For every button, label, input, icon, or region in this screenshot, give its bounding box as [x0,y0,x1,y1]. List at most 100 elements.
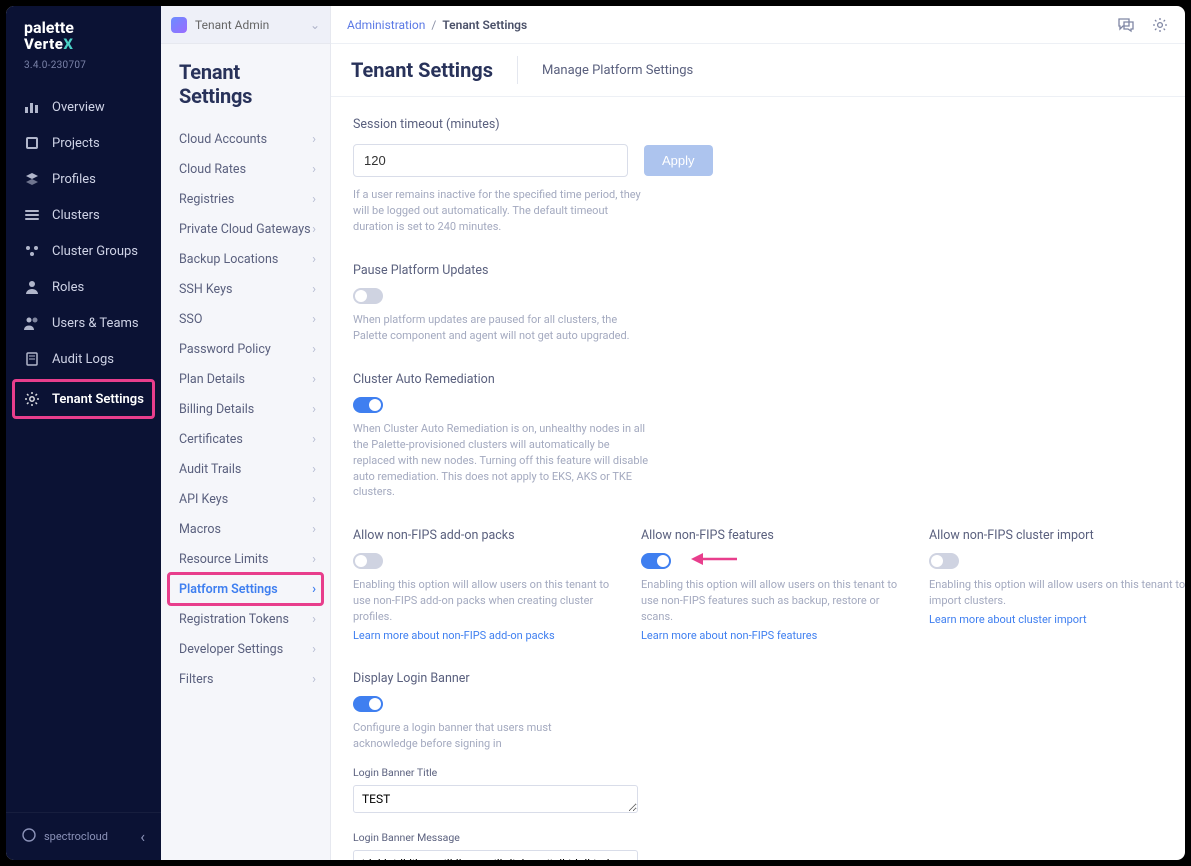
breadcrumb-root[interactable]: Administration [347,18,425,32]
chevron-right-icon: › [312,552,316,567]
brand-logo: palette VerteX [6,6,161,56]
chevron-right-icon: › [312,312,316,327]
subnav-developer-settings[interactable]: Developer Settings› [161,634,330,664]
auto-help: When Cluster Auto Remediation is on, unh… [353,421,653,501]
nav-overview[interactable]: Overview [6,89,161,125]
subnav-label: Plan Details [179,372,245,387]
chat-icon[interactable] [1117,16,1135,34]
apply-button[interactable]: Apply [644,145,713,176]
nav-label: Clusters [52,208,100,223]
subnav-label: Macros [179,522,221,537]
nav-projects[interactable]: Projects [6,125,161,161]
chevron-right-icon: › [312,192,316,207]
breadcrumb-current: Tenant Settings [442,18,527,32]
brand-line2a: Verte [24,35,63,53]
subnav-backup-locations[interactable]: Backup Locations› [161,244,330,274]
auto-remediation-toggle[interactable] [353,397,383,413]
subnav-label: API Keys [179,492,228,507]
chevron-right-icon: › [312,582,316,597]
chevron-right-icon: › [312,492,316,507]
pause-title: Pause Platform Updates [353,263,633,278]
nav-audit-logs[interactable]: Audit Logs [6,341,161,377]
subnav-platform-settings[interactable]: Platform Settings› [161,574,330,604]
version-label: 3.4.0-230707 [6,56,161,79]
settings-sidebar: Tenant Admin ⌄ Tenant Settings Cloud Acc… [161,6,331,860]
tenant-selector[interactable]: Tenant Admin ⌄ [161,6,330,44]
subnav-label: Filters [179,672,213,687]
chevron-right-icon: › [312,642,316,657]
nav-label: Overview [52,100,105,115]
fips-feat-title: Allow non-FIPS features [641,528,901,543]
nav-profiles[interactable]: Profiles [6,161,161,197]
subnav-label: SSO [179,312,202,327]
nav-label: Audit Logs [52,352,114,367]
pause-updates-toggle[interactable] [353,288,383,304]
subnav-private-cloud-gateways[interactable]: Private Cloud Gateways› [161,214,330,244]
users-icon [24,315,40,331]
nodes-icon [24,243,40,259]
nav-cluster-groups[interactable]: Cluster Groups [6,233,161,269]
chevron-right-icon: › [312,372,316,387]
fips-packs-link[interactable]: Learn more about non-FIPS add-on packs [353,629,555,642]
gear-icon [24,391,40,407]
fips-packs-title: Allow non-FIPS add-on packs [353,528,613,543]
subnav-label: Resource Limits [179,552,269,567]
nav-users-teams[interactable]: Users & Teams [6,305,161,341]
fips-feat-link[interactable]: Learn more about non-FIPS features [641,629,817,642]
gear-icon[interactable] [1151,16,1169,34]
subnav-label: Backup Locations [179,252,278,267]
annotation-arrow-icon [691,552,737,566]
chevron-right-icon: › [312,222,316,237]
chevron-left-icon[interactable]: ‹ [140,827,145,846]
page-subtitle: Manage Platform Settings [542,63,693,78]
session-timeout-input[interactable] [353,144,628,177]
nav-label: Tenant Settings [52,392,144,407]
fips-features-toggle[interactable] [641,553,671,569]
login-title-input[interactable] [353,785,638,813]
subnav-certificates[interactable]: Certificates› [161,424,330,454]
nav-roles[interactable]: Roles [6,269,161,305]
subnav-plan-details[interactable]: Plan Details › [161,364,330,394]
fips-packs-toggle[interactable] [353,553,383,569]
nav-label: Profiles [52,172,96,187]
session-timeout-label: Session timeout (minutes) [353,117,1163,132]
subnav-resource-limits[interactable]: Resource Limits › [161,544,330,574]
breadcrumb-sep: / [431,18,436,32]
subnav-api-keys[interactable]: API Keys › [161,484,330,514]
chart-icon [24,99,40,115]
subnav-registration-tokens[interactable]: Registration Tokens› [161,604,330,634]
pause-help: When platform updates are paused for all… [353,312,633,344]
subnav-audit-trails[interactable]: Audit Trails› [161,454,330,484]
fips-row: Allow non-FIPS add-on packs Enabling thi… [353,528,1163,643]
login-title: Display Login Banner [353,671,1163,686]
login-message-input[interactable] [353,850,638,860]
subnav-macros[interactable]: Macros› [161,514,330,544]
login-banner-toggle[interactable] [353,696,383,712]
nav-clusters[interactable]: Clusters [6,197,161,233]
fips-packs-help: Enabling this option will allow users on… [353,577,613,625]
subnav-sso[interactable]: SSO › [161,304,330,334]
chevron-right-icon: › [312,612,316,627]
subnav-ssh-keys[interactable]: SSH Keys› [161,274,330,304]
tenant-label: Tenant Admin [195,18,269,32]
subnav-billing-details[interactable]: Billing Details› [161,394,330,424]
fips-packs-block: Allow non-FIPS add-on packs Enabling thi… [353,528,613,643]
auto-remediation-block: Cluster Auto Remediation When Cluster Au… [353,372,653,501]
document-icon [24,351,40,367]
list-icon [24,207,40,223]
nav-label: Users & Teams [52,316,139,331]
nav-tenant-settings[interactable]: Tenant Settings [6,381,161,417]
chevron-right-icon: › [312,342,316,357]
fips-import-link[interactable]: Learn more about cluster import [929,613,1087,626]
subnav-filters[interactable]: Filters› [161,664,330,694]
subnav-label: Audit Trails [179,462,241,477]
login-msg-label: Login Banner Message [353,831,1163,844]
subnav-cloud-rates[interactable]: Cloud Rates› [161,154,330,184]
subnav-registries[interactable]: Registries› [161,184,330,214]
subnav-password-policy[interactable]: Password Policy› [161,334,330,364]
chevron-right-icon: › [312,132,316,147]
fips-import-toggle[interactable] [929,553,959,569]
subnav-cloud-accounts[interactable]: Cloud Accounts› [161,124,330,154]
nav-label: Projects [52,136,100,151]
sidebar-footer[interactable]: spectrocloud ‹ [6,812,161,860]
